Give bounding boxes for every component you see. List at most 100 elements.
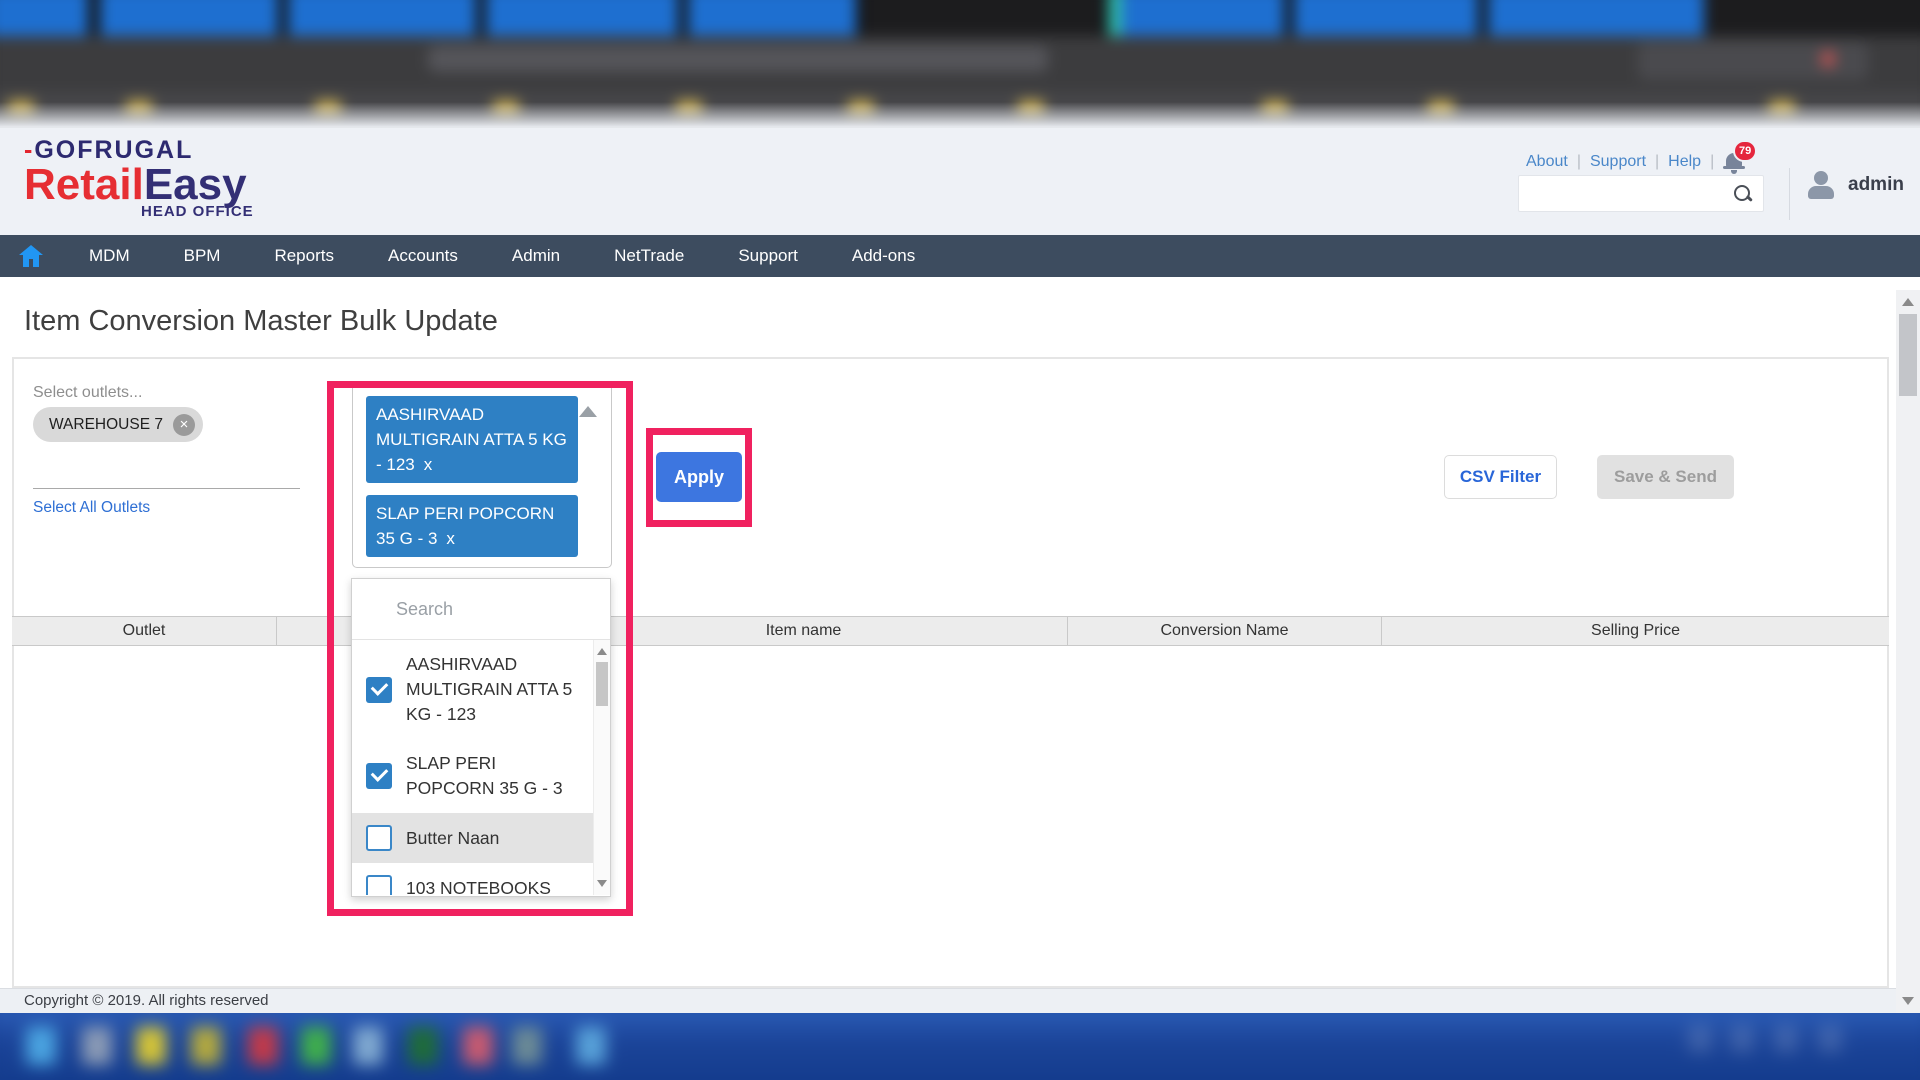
apply-button[interactable]: Apply — [656, 452, 742, 502]
col-outlet: Outlet — [12, 617, 277, 645]
footer: Copyright © 2019. All rights reserved — [0, 988, 1896, 1013]
support-link[interactable]: Support — [1590, 153, 1646, 171]
selected-item-tag: AASHIRVAAD MULTIGRAIN ATTA 5 KG - 123x — [366, 396, 578, 483]
item-label: SLAP PERI POPCORN 35 G - 3 — [406, 751, 584, 801]
header-divider — [1789, 168, 1790, 220]
search-icon[interactable] — [1733, 184, 1753, 204]
browser-tab — [486, 0, 678, 36]
retaileasy-logo: -GOFRUGAL RetailEasy HEAD OFFICE — [24, 136, 254, 220]
browser-tab-favicon — [1108, 0, 1122, 36]
browser-tab — [1122, 0, 1284, 36]
item-label: AASHIRVAAD MULTIGRAIN ATTA 5 KG - 123 — [406, 652, 584, 727]
item-label: 103 NOTEBOOKS — [406, 876, 584, 896]
dropdown-search-box[interactable] — [352, 579, 610, 640]
scroll-up-arrow-icon[interactable] — [1902, 298, 1914, 306]
nav-item-admin[interactable]: Admin — [485, 235, 587, 277]
chrome-fade — [0, 102, 1920, 128]
browser-tab — [688, 0, 856, 36]
item-multiselect-box[interactable]: AASHIRVAAD MULTIGRAIN ATTA 5 KG - 123x S… — [352, 383, 612, 568]
taskbar-icon — [248, 1027, 278, 1065]
tray-icon — [1730, 1025, 1754, 1053]
col-selling-price: Selling Price — [1382, 617, 1889, 645]
header-search-box[interactable] — [1518, 175, 1764, 212]
page-content: Item Conversion Master Bulk Update Selec… — [0, 277, 1920, 1013]
windows-taskbar-blurred — [0, 1013, 1920, 1080]
taskbar-icon — [136, 1027, 166, 1065]
user-avatar-icon — [1806, 170, 1836, 200]
tray-icon — [1774, 1025, 1798, 1053]
item-label: Butter Naan — [406, 826, 584, 851]
nav-item-reports[interactable]: Reports — [247, 235, 361, 277]
outlet-chip: WAREHOUSE 7 × — [33, 407, 203, 442]
checkbox-unchecked[interactable] — [366, 825, 392, 851]
browser-toolbar — [0, 36, 1920, 92]
browser-chrome-blurred — [0, 0, 1920, 128]
nav-item-bpm[interactable]: BPM — [157, 235, 248, 277]
dropdown-list-item[interactable]: Butter Naan — [352, 813, 595, 863]
scroll-down-arrow-icon[interactable] — [1902, 997, 1914, 1005]
selected-item-tag: SLAP PERI POPCORN 35 G - 3x — [366, 495, 578, 557]
home-icon — [19, 245, 43, 267]
browser-tab — [100, 0, 278, 36]
taskbar-icon — [191, 1027, 221, 1065]
address-bar-blurred — [428, 46, 1048, 72]
save-send-button: Save & Send — [1597, 455, 1734, 499]
csv-filter-button[interactable]: CSV Filter — [1444, 455, 1557, 499]
dropdown-list-item[interactable]: SLAP PERI POPCORN 35 G - 3 — [352, 739, 595, 813]
item-dropdown-panel: AASHIRVAAD MULTIGRAIN ATTA 5 KG - 123 SL… — [351, 578, 611, 897]
dropdown-scrollbar[interactable] — [593, 640, 610, 895]
scroll-down-arrow-icon[interactable] — [597, 880, 607, 887]
help-link[interactable]: Help — [1668, 153, 1701, 171]
taskbar-blur-layer — [0, 1013, 1920, 1080]
taskbar-icon — [82, 1027, 112, 1065]
about-link[interactable]: About — [1526, 153, 1568, 171]
page-scrollbar[interactable] — [1896, 290, 1920, 1013]
col-item-name: Item name — [540, 617, 1068, 645]
remove-item-icon[interactable]: x — [446, 529, 455, 548]
selected-item-label: AASHIRVAAD MULTIGRAIN ATTA 5 KG - 123 — [376, 405, 567, 474]
tray-icon — [1818, 1025, 1842, 1053]
select-all-outlets-link[interactable]: Select All Outlets — [33, 499, 150, 517]
dropdown-list-item[interactable]: 103 NOTEBOOKS — [352, 863, 595, 895]
browser-tab — [1488, 0, 1704, 36]
browser-tab-active — [864, 0, 1100, 36]
table-header-row: Outlet Item name Conversion Name Selling… — [12, 616, 1889, 646]
taskbar-icon — [576, 1027, 606, 1065]
taskbar-icon — [301, 1027, 331, 1065]
user-menu[interactable]: admin — [1806, 170, 1904, 200]
nav-item-nettrade[interactable]: NetTrade — [587, 235, 711, 277]
dropdown-list-item[interactable]: AASHIRVAAD MULTIGRAIN ATTA 5 KG - 123 — [352, 640, 595, 739]
scrollbar-thumb[interactable] — [596, 662, 608, 706]
logo-head-office: HEAD OFFICE — [141, 203, 254, 220]
remove-outlet-icon[interactable]: × — [173, 414, 195, 436]
nav-home[interactable] — [0, 235, 62, 277]
nav-item-addons[interactable]: Add-ons — [825, 235, 942, 277]
nav-item-accounts[interactable]: Accounts — [361, 235, 485, 277]
remove-item-icon[interactable]: x — [424, 455, 433, 474]
nav-item-support[interactable]: Support — [711, 235, 825, 277]
page-title: Item Conversion Master Bulk Update — [24, 305, 498, 338]
nav-item-mdm[interactable]: MDM — [62, 235, 157, 277]
scrollbar-thumb[interactable] — [1899, 314, 1917, 396]
checkbox-unchecked[interactable] — [366, 875, 392, 895]
header-search-input[interactable] — [1527, 176, 1727, 211]
taskbar-icon — [353, 1027, 383, 1065]
logo-retaileasy: RetailEasy — [24, 163, 254, 207]
outlet-divider — [33, 488, 300, 489]
collapse-arrow-icon[interactable] — [579, 406, 597, 417]
checkbox-checked[interactable] — [366, 763, 392, 789]
browser-tab — [1294, 0, 1478, 36]
app-header: -GOFRUGAL RetailEasy HEAD OFFICE About |… — [0, 128, 1920, 235]
taskbar-icon — [463, 1027, 493, 1065]
outlet-chip-label: WAREHOUSE 7 — [49, 416, 163, 434]
notification-count-badge: 79 — [1733, 140, 1757, 162]
col-conversion-name: Conversion Name — [1068, 617, 1382, 645]
main-nav: MDM BPM Reports Accounts Admin NetTrade … — [0, 235, 1920, 277]
dropdown-search-input[interactable] — [396, 593, 586, 625]
dropdown-item-list: AASHIRVAAD MULTIGRAIN ATTA 5 KG - 123 SL… — [352, 640, 610, 895]
taskbar-icon — [512, 1027, 542, 1065]
scroll-up-arrow-icon[interactable] — [597, 648, 607, 655]
checkbox-checked[interactable] — [366, 677, 392, 703]
copyright-text: Copyright © 2019. All rights reserved — [24, 992, 269, 1009]
taskbar-icon — [408, 1027, 438, 1065]
